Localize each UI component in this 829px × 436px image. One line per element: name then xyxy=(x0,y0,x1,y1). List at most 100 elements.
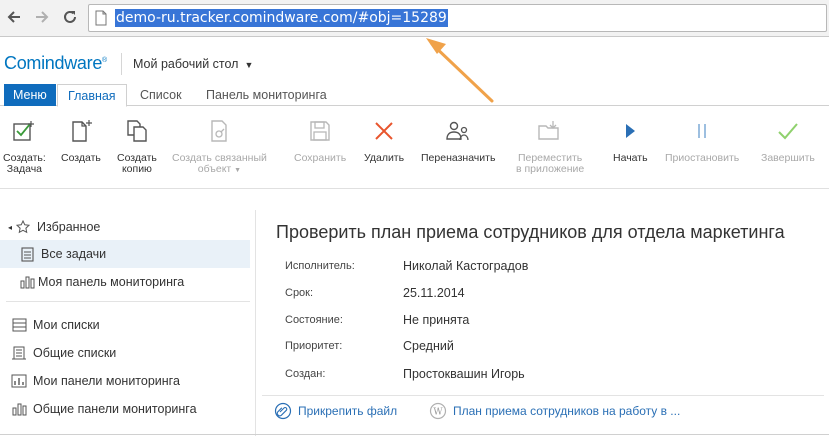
reload-button[interactable] xyxy=(59,6,81,28)
ribbon-tabs: Меню Главная Список Панель мониторинга xyxy=(0,84,829,107)
sidebar-label-my-dashboard: Моя панель мониторинга xyxy=(38,275,185,289)
field-label-creator: Создан: xyxy=(285,368,326,380)
create-copy-label-2: копию xyxy=(121,163,152,175)
start-label: Начать xyxy=(613,152,648,164)
back-button[interactable] xyxy=(3,6,25,28)
navigation-sidebar: ◂ Избранное Все задачи Моя панель монито… xyxy=(0,210,256,436)
logo-text: Comindware xyxy=(4,53,103,73)
move-folder-icon xyxy=(537,118,563,144)
delete-icon xyxy=(371,118,397,144)
browser-toolbar: demo-ru.tracker.comindware.com/#obj=1528… xyxy=(0,0,829,37)
new-document-icon xyxy=(68,118,94,144)
sidebar-item-favorites[interactable]: ◂ Избранное xyxy=(0,213,250,241)
sidebar-item-shared-dashboards[interactable]: Общие панели мониторинга xyxy=(0,395,250,423)
header-divider xyxy=(121,53,122,75)
field-value-status[interactable]: Не принята xyxy=(403,313,469,327)
paperclip-icon xyxy=(274,402,292,420)
sidebar-item-my-dashboard[interactable]: Моя панель мониторинга xyxy=(0,268,250,296)
shared-list-icon xyxy=(10,344,28,362)
reload-icon xyxy=(64,10,76,23)
caret-icon: ◂ xyxy=(8,222,13,232)
field-value-assignee[interactable]: Николай Кастоградов xyxy=(403,259,528,273)
star-icon xyxy=(14,218,32,236)
bottom-border xyxy=(0,434,829,435)
pause-label: Приостановить xyxy=(665,152,740,164)
shared-dashboard-icon xyxy=(10,400,28,418)
play-icon xyxy=(617,118,643,144)
address-bar[interactable]: demo-ru.tracker.comindware.com/#obj=1528… xyxy=(88,4,827,32)
sidebar-item-all-tasks[interactable]: Все задачи xyxy=(0,240,250,268)
forward-button[interactable] xyxy=(31,6,53,28)
field-label-status: Состояние: xyxy=(285,314,343,326)
create-task-icon xyxy=(11,118,37,144)
pause-button[interactable]: Приостановить xyxy=(665,118,739,164)
sidebar-label-shared-lists: Общие списки xyxy=(33,346,117,360)
sidebar-item-my-dashboards[interactable]: Мои панели мониторинга xyxy=(0,367,250,395)
bar-chart-icon xyxy=(18,273,36,291)
logo[interactable]: Comindware® xyxy=(4,53,107,74)
sidebar-item-shared-lists[interactable]: Общие списки xyxy=(0,339,250,367)
attach-file-label: Прикрепить файл xyxy=(298,404,398,418)
reassign-button[interactable]: Переназначить xyxy=(421,118,495,164)
linked-object-label-2: объект xyxy=(197,163,232,175)
document-link-label: План приема сотрудников на работу в ... xyxy=(453,404,681,418)
sidebar-label-favorites: Избранное xyxy=(37,220,101,234)
logo-registered-mark: ® xyxy=(102,57,107,64)
back-arrow-icon xyxy=(7,11,20,23)
lists-icon xyxy=(10,316,28,334)
sidebar-label-shared-dashboards: Общие панели мониторинга xyxy=(33,402,197,416)
save-label: Сохранить xyxy=(294,152,347,164)
save-icon xyxy=(307,118,333,144)
field-value-due-date[interactable]: 25.11.2014 xyxy=(403,286,465,300)
details-divider xyxy=(262,395,824,396)
create-copy-button[interactable]: Создать копию xyxy=(117,118,157,175)
sidebar-label-my-dashboards: Мои панели мониторинга xyxy=(33,374,180,388)
tab-dashboard[interactable]: Панель мониторинга xyxy=(206,84,327,106)
chevron-down-icon: ▼ xyxy=(234,167,242,174)
save-button[interactable]: Сохранить xyxy=(294,118,346,164)
page-icon xyxy=(95,10,107,26)
task-details: Проверить план приема сотрудников для от… xyxy=(257,210,829,436)
tab-list[interactable]: Список xyxy=(140,84,182,106)
list-icon xyxy=(18,245,36,263)
delete-button[interactable]: Удалить xyxy=(364,118,404,164)
dashboard-icon xyxy=(10,372,28,390)
forward-arrow-icon xyxy=(36,11,49,23)
complete-label: Завершить xyxy=(761,152,815,164)
url-text[interactable]: demo-ru.tracker.comindware.com/#obj=1528… xyxy=(115,9,448,27)
menu-button[interactable]: Меню xyxy=(4,84,56,106)
delete-label: Удалить xyxy=(364,152,405,164)
app-header: Comindware® Мой рабочий стол ▼ xyxy=(0,37,829,84)
field-label-assignee: Исполнитель: xyxy=(285,260,355,272)
workspace-selector[interactable]: Мой рабочий стол ▼ xyxy=(133,57,253,71)
create-button[interactable]: Создать xyxy=(61,118,101,164)
workspace-label: Мой рабочий стол xyxy=(133,57,239,71)
field-value-priority[interactable]: Средний xyxy=(403,339,454,353)
create-linked-object-button[interactable]: Создать связанный объект ▼ xyxy=(172,118,267,176)
tab-home[interactable]: Главная xyxy=(57,84,127,107)
move-to-app-button[interactable]: Переместить в приложение xyxy=(516,118,584,175)
field-value-creator[interactable]: Простоквашин Игорь xyxy=(403,367,525,381)
sidebar-divider xyxy=(6,301,250,302)
complete-button[interactable]: Завершить xyxy=(761,118,815,164)
pause-icon xyxy=(689,118,715,144)
document-link[interactable]: W План приема сотрудников на работу в ..… xyxy=(429,401,680,421)
sidebar-label-my-lists: Мои списки xyxy=(33,318,100,332)
create-task-button[interactable]: Создать: Задача xyxy=(3,118,46,175)
move-label-2: в приложение xyxy=(516,163,585,175)
field-label-due-date: Срок: xyxy=(285,287,314,299)
ribbon-toolbar: Создать: Задача Создать Создать копию Созд… xyxy=(0,107,829,189)
check-icon xyxy=(775,118,801,144)
sidebar-item-my-lists[interactable]: Мои списки xyxy=(0,311,250,339)
field-label-priority: Приоритет: xyxy=(285,340,343,352)
create-label: Создать xyxy=(61,152,101,164)
copy-icon xyxy=(124,118,150,144)
attach-file-button[interactable]: Прикрепить файл xyxy=(274,401,397,421)
reassign-label: Переназначить xyxy=(421,152,496,164)
linked-object-icon xyxy=(206,118,232,144)
sidebar-label-all-tasks: Все задачи xyxy=(41,247,107,261)
svg-text:W: W xyxy=(433,408,443,418)
chevron-down-icon: ▼ xyxy=(244,60,254,70)
start-button[interactable]: Начать xyxy=(613,118,648,164)
word-document-icon: W xyxy=(429,402,447,420)
